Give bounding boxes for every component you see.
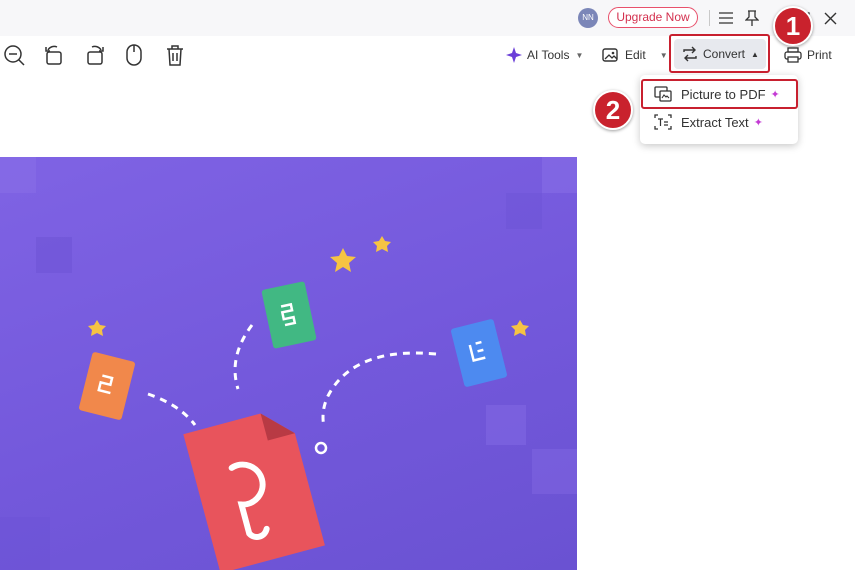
ai-sparkle-icon: [506, 47, 522, 63]
extract-text-icon: [654, 114, 672, 130]
picture-to-pdf-icon: [654, 86, 672, 102]
caret-up-icon: ▲: [751, 49, 759, 59]
step-1-badge: 1: [773, 6, 813, 46]
menu-item-label: Picture to PDF: [681, 86, 766, 102]
ai-tools-label: AI Tools: [527, 48, 570, 62]
rotate-right-icon[interactable]: [84, 44, 106, 66]
user-avatar[interactable]: NN: [578, 8, 598, 28]
convert-icon: [683, 46, 697, 62]
chevron-down-icon: ▼: [575, 50, 584, 60]
ai-sparkle-icon: ✦: [753, 116, 763, 129]
step-2-badge: 2: [593, 90, 633, 130]
zoom-out-icon[interactable]: [3, 44, 25, 66]
convert-dropdown-menu: Picture to PDF ✦ Extract Text ✦: [640, 75, 798, 144]
image-edit-icon: [602, 48, 618, 62]
menu-item-label: Extract Text: [681, 114, 749, 130]
mouse-icon[interactable]: [123, 44, 145, 66]
titlebar-divider: [709, 10, 710, 26]
trash-icon[interactable]: [164, 44, 186, 66]
edit-button[interactable]: Edit ▼: [602, 44, 668, 66]
edit-label: Edit: [625, 48, 646, 62]
menu-icon[interactable]: [716, 8, 736, 28]
convert-button[interactable]: Convert ▲: [674, 39, 766, 69]
ai-tools-button[interactable]: AI Tools ▼: [506, 44, 583, 66]
ai-sparkle-icon: ✦: [770, 88, 780, 101]
print-label: Print: [807, 48, 832, 62]
close-icon[interactable]: [820, 8, 840, 28]
printer-icon: [784, 47, 802, 63]
menu-item-extract-text[interactable]: Extract Text ✦: [640, 109, 798, 135]
print-button[interactable]: Print: [784, 44, 832, 66]
pin-icon[interactable]: [742, 8, 762, 28]
pdf-convert-illustration: [0, 157, 577, 570]
menu-item-picture-to-pdf[interactable]: Picture to PDF ✦: [640, 81, 798, 107]
chevron-down-icon: ▼: [659, 50, 668, 60]
document-image: [0, 157, 577, 570]
rotate-left-icon[interactable]: [43, 44, 65, 66]
convert-label: Convert: [703, 47, 746, 61]
upgrade-now-button[interactable]: Upgrade Now: [608, 7, 698, 28]
